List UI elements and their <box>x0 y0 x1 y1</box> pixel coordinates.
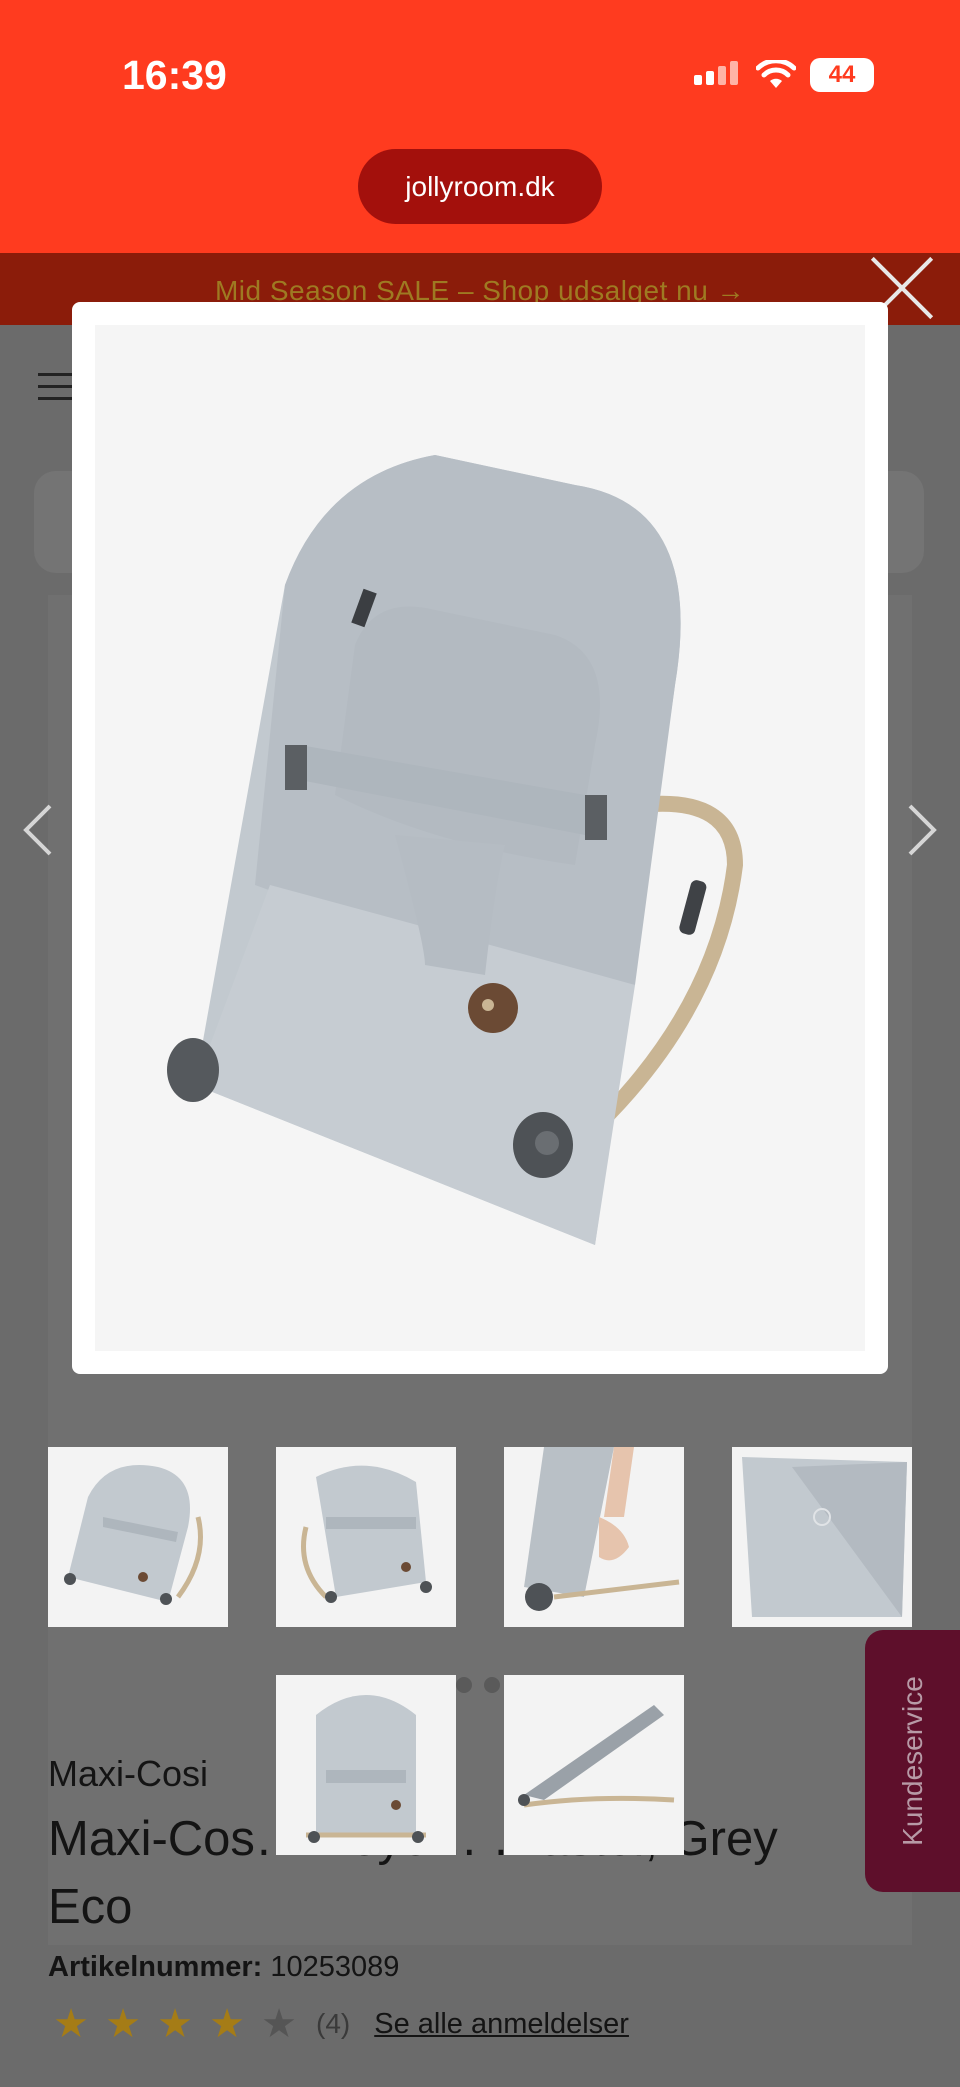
gallery-dots <box>456 1677 500 1693</box>
see-all-reviews-link[interactable]: Se alle anmeldelser <box>374 2008 629 2041</box>
url-bar[interactable]: jollyroom.dk <box>358 149 602 224</box>
customer-service-tab[interactable]: Kundeservice <box>865 1630 960 1892</box>
customer-service-label: Kundeservice <box>896 1676 928 1846</box>
star-icon: ★ <box>209 2002 245 2046</box>
gallery-prev-icon[interactable] <box>18 800 62 860</box>
star-icon: ★ <box>157 2002 193 2046</box>
menu-icon[interactable] <box>38 373 74 401</box>
thumbnail-4[interactable] <box>732 1447 912 1627</box>
star-icon: ★ <box>53 2002 89 2046</box>
star-icon: ★ <box>105 2002 141 2046</box>
thumbnail-6[interactable] <box>504 1675 684 1855</box>
gallery-next-icon[interactable] <box>902 800 946 860</box>
rating-count: (4) <box>316 2008 351 2039</box>
product-title: Maxi-Cos… Beyo… …åstol, Grey Eco <box>48 1812 778 1934</box>
signal-icon <box>694 61 738 85</box>
article-number-row: Artikelnummer: 10253089 <box>48 1951 399 1984</box>
thumbnail-5[interactable] <box>276 1675 456 1855</box>
wifi-icon <box>756 60 796 88</box>
thumbnail-2[interactable] <box>276 1447 456 1627</box>
image-lightbox <box>72 302 888 1374</box>
thumbnail-1[interactable] <box>48 1447 228 1627</box>
product-brand[interactable]: Maxi-Cosi <box>48 1753 208 1795</box>
article-number-label: Artikelnummer: <box>48 1951 263 1983</box>
article-number-value: 10253089 <box>270 1951 400 1983</box>
battery-icon: 44 <box>810 58 874 92</box>
thumbnail-3[interactable] <box>504 1447 684 1627</box>
status-time: 16:39 <box>122 52 227 98</box>
status-icons: 44 <box>694 58 874 92</box>
product-image-large <box>95 325 865 1351</box>
status-bar: 16:39 44 jollyroom.dk <box>0 0 960 253</box>
product-rating: ★ ★ ★ ★ ★ (4) Se alle anmeldelser <box>48 2001 629 2047</box>
star-empty-icon: ★ <box>261 2002 297 2046</box>
